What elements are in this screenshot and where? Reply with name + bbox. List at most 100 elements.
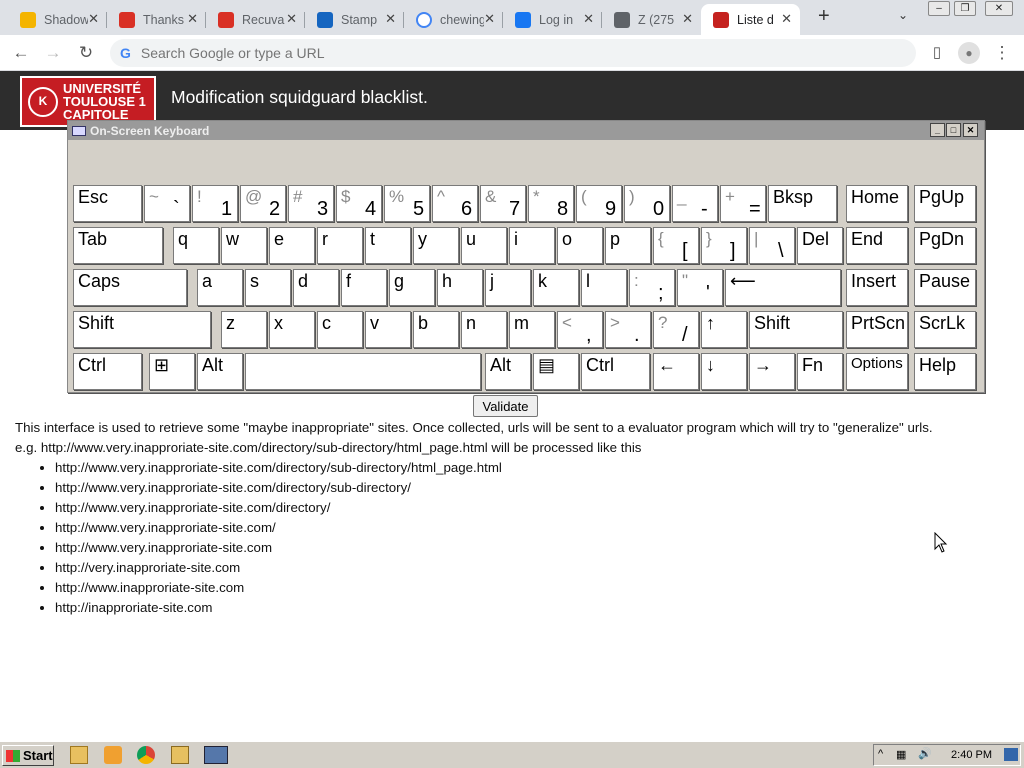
tab[interactable]: Liste d ✕ xyxy=(701,4,800,35)
profile-icon[interactable]: ● xyxy=(958,42,980,64)
tab-close-icon[interactable]: ✕ xyxy=(682,11,693,27)
key[interactable]: d xyxy=(293,269,339,306)
tab-search-button[interactable]: ⌄ xyxy=(898,8,908,22)
key[interactable]: Caps xyxy=(73,269,187,306)
restore-button[interactable]: ❐ xyxy=(954,1,976,16)
key[interactable]: a xyxy=(197,269,243,306)
key[interactable]: % 5 xyxy=(384,185,430,222)
key[interactable]: l xyxy=(581,269,627,306)
key[interactable]: Shift xyxy=(749,311,843,348)
key[interactable]: ↑ xyxy=(701,311,747,348)
key[interactable]: {[ xyxy=(653,227,699,264)
chevron-up-icon[interactable]: ^ xyxy=(878,748,883,760)
key[interactable]: s xyxy=(245,269,291,306)
key[interactable]: ~ ` xyxy=(144,185,190,222)
key[interactable]: Options xyxy=(846,353,908,390)
key[interactable]: g xyxy=(389,269,435,306)
key[interactable]: $4 xyxy=(336,185,382,222)
start-button[interactable]: Start xyxy=(2,745,54,766)
key[interactable]: ^ 6 xyxy=(432,185,478,222)
window-close-button[interactable]: ✕ xyxy=(985,1,1013,16)
key[interactable]: #3 xyxy=(288,185,334,222)
key[interactable]: :; xyxy=(629,269,675,306)
key[interactable]: z xyxy=(221,311,267,348)
back-button[interactable]: ← xyxy=(10,42,32,64)
tab[interactable]: Log in ✕ xyxy=(503,4,602,35)
key[interactable]: _ - xyxy=(672,185,718,222)
key[interactable]: f xyxy=(341,269,387,306)
key[interactable]: ! 1 xyxy=(192,185,238,222)
key[interactable]: & 7 xyxy=(480,185,526,222)
key[interactable]: Insert xyxy=(846,269,908,306)
volume-icon[interactable]: 🔊 xyxy=(918,747,932,760)
key[interactable]: Alt xyxy=(485,353,531,390)
key[interactable]: p xyxy=(605,227,651,264)
key[interactable]: r xyxy=(317,227,363,264)
osk-title-bar[interactable]: On-Screen Keyboard _ □ ✕ xyxy=(68,121,984,140)
key[interactable]: Bksp xyxy=(768,185,837,222)
tab-close-icon[interactable]: ✕ xyxy=(286,11,297,27)
osk-minimize-button[interactable]: _ xyxy=(930,123,945,137)
key[interactable]: }] xyxy=(701,227,747,264)
key[interactable]: Home xyxy=(846,185,908,222)
address-input[interactable] xyxy=(140,45,841,61)
key[interactable]: PgUp xyxy=(914,185,976,222)
key[interactable]: " ' xyxy=(677,269,723,306)
key[interactable]: ) 0 xyxy=(624,185,670,222)
user-folder-icon[interactable] xyxy=(171,746,189,764)
key[interactable]: o xyxy=(557,227,603,264)
key[interactable]: + = xyxy=(720,185,766,222)
key[interactable]: Help xyxy=(914,353,976,390)
key[interactable]: Tab xyxy=(73,227,163,264)
key[interactable]: q xyxy=(173,227,219,264)
key[interactable]: (9 xyxy=(576,185,622,222)
key[interactable]: Alt xyxy=(197,353,243,390)
tab-close-icon[interactable]: ✕ xyxy=(781,11,792,27)
key[interactable]: Pause xyxy=(914,269,976,306)
chrome-icon[interactable] xyxy=(137,746,155,764)
key[interactable]: >. xyxy=(605,311,651,348)
osk-maximize-button[interactable]: □ xyxy=(946,123,961,137)
tab-close-icon[interactable]: ✕ xyxy=(88,11,99,27)
tab[interactable]: Thanks ✕ xyxy=(107,4,206,35)
menu-icon[interactable]: ⋮ xyxy=(991,42,1013,64)
tab[interactable]: Z (275 ✕ xyxy=(602,4,701,35)
key[interactable]: <, xyxy=(557,311,603,348)
key[interactable]: ↓ xyxy=(701,353,747,390)
media-player-icon[interactable] xyxy=(104,746,122,764)
key[interactable] xyxy=(245,353,481,390)
new-tab-button[interactable]: + xyxy=(818,5,830,28)
key[interactable]: Ctrl xyxy=(73,353,142,390)
key[interactable]: y xyxy=(413,227,459,264)
key[interactable]: Esc xyxy=(73,185,142,222)
key[interactable]: i xyxy=(509,227,555,264)
key[interactable]: ScrLk xyxy=(914,311,976,348)
key[interactable]: t xyxy=(365,227,411,264)
key[interactable]: @2 xyxy=(240,185,286,222)
key[interactable]: h xyxy=(437,269,483,306)
network-icon[interactable]: ▦ xyxy=(896,748,906,761)
key[interactable]: c xyxy=(317,311,363,348)
reload-button[interactable]: ↻ xyxy=(75,42,97,64)
key[interactable]: ⟵ xyxy=(725,269,841,306)
key[interactable]: PrtScn xyxy=(846,311,908,348)
tab-close-icon[interactable]: ✕ xyxy=(583,11,594,27)
key[interactable]: ⊞ xyxy=(149,353,195,390)
key[interactable]: PgDn xyxy=(914,227,976,264)
key[interactable]: v xyxy=(365,311,411,348)
key[interactable]: | \ xyxy=(749,227,795,264)
key[interactable]: Del xyxy=(797,227,843,264)
tab[interactable]: Stamp ✕ xyxy=(305,4,404,35)
key[interactable]: Ctrl xyxy=(581,353,650,390)
tab-close-icon[interactable]: ✕ xyxy=(484,11,495,27)
key[interactable]: ? / xyxy=(653,311,699,348)
key[interactable]: x xyxy=(269,311,315,348)
key[interactable]: ▤ xyxy=(533,353,579,390)
validate-button[interactable]: Validate xyxy=(473,395,538,417)
key[interactable]: Shift xyxy=(73,311,211,348)
key[interactable]: u xyxy=(461,227,507,264)
tab[interactable]: Recuva ✕ xyxy=(206,4,305,35)
key[interactable]: j xyxy=(485,269,531,306)
key[interactable]: w xyxy=(221,227,267,264)
key[interactable]: m xyxy=(509,311,555,348)
